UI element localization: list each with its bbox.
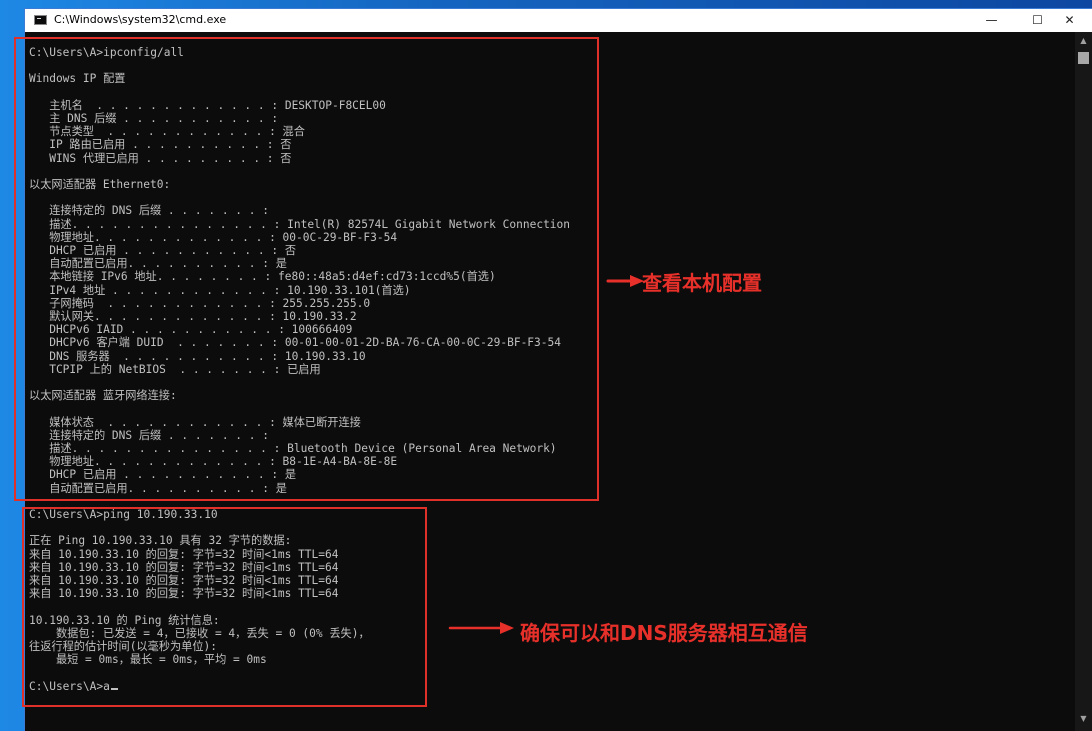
title-bar[interactable]: C:\Windows\system32\cmd.exe — ☐ ✕	[25, 9, 1092, 32]
vertical-scrollbar[interactable]: ▲ ▼	[1075, 32, 1092, 731]
ping-highlight-box	[22, 507, 427, 707]
scroll-down-arrow-icon[interactable]: ▼	[1075, 712, 1092, 726]
cmd-app-icon[interactable]	[34, 15, 47, 25]
minimize-button[interactable]: —	[969, 9, 1014, 32]
close-button[interactable]: ✕	[1047, 9, 1092, 32]
ping-annotation-label: 确保可以和DNS服务器相互通信	[520, 621, 808, 645]
config-arrow-icon	[606, 275, 644, 287]
config-annotation-label: 查看本机配置	[642, 271, 762, 295]
scroll-up-arrow-icon[interactable]: ▲	[1075, 34, 1092, 48]
scroll-thumb[interactable]	[1078, 52, 1089, 64]
ipconfig-highlight-box	[14, 37, 599, 501]
window-title: C:\Windows\system32\cmd.exe	[54, 13, 227, 26]
ping-arrow-icon	[448, 622, 514, 634]
